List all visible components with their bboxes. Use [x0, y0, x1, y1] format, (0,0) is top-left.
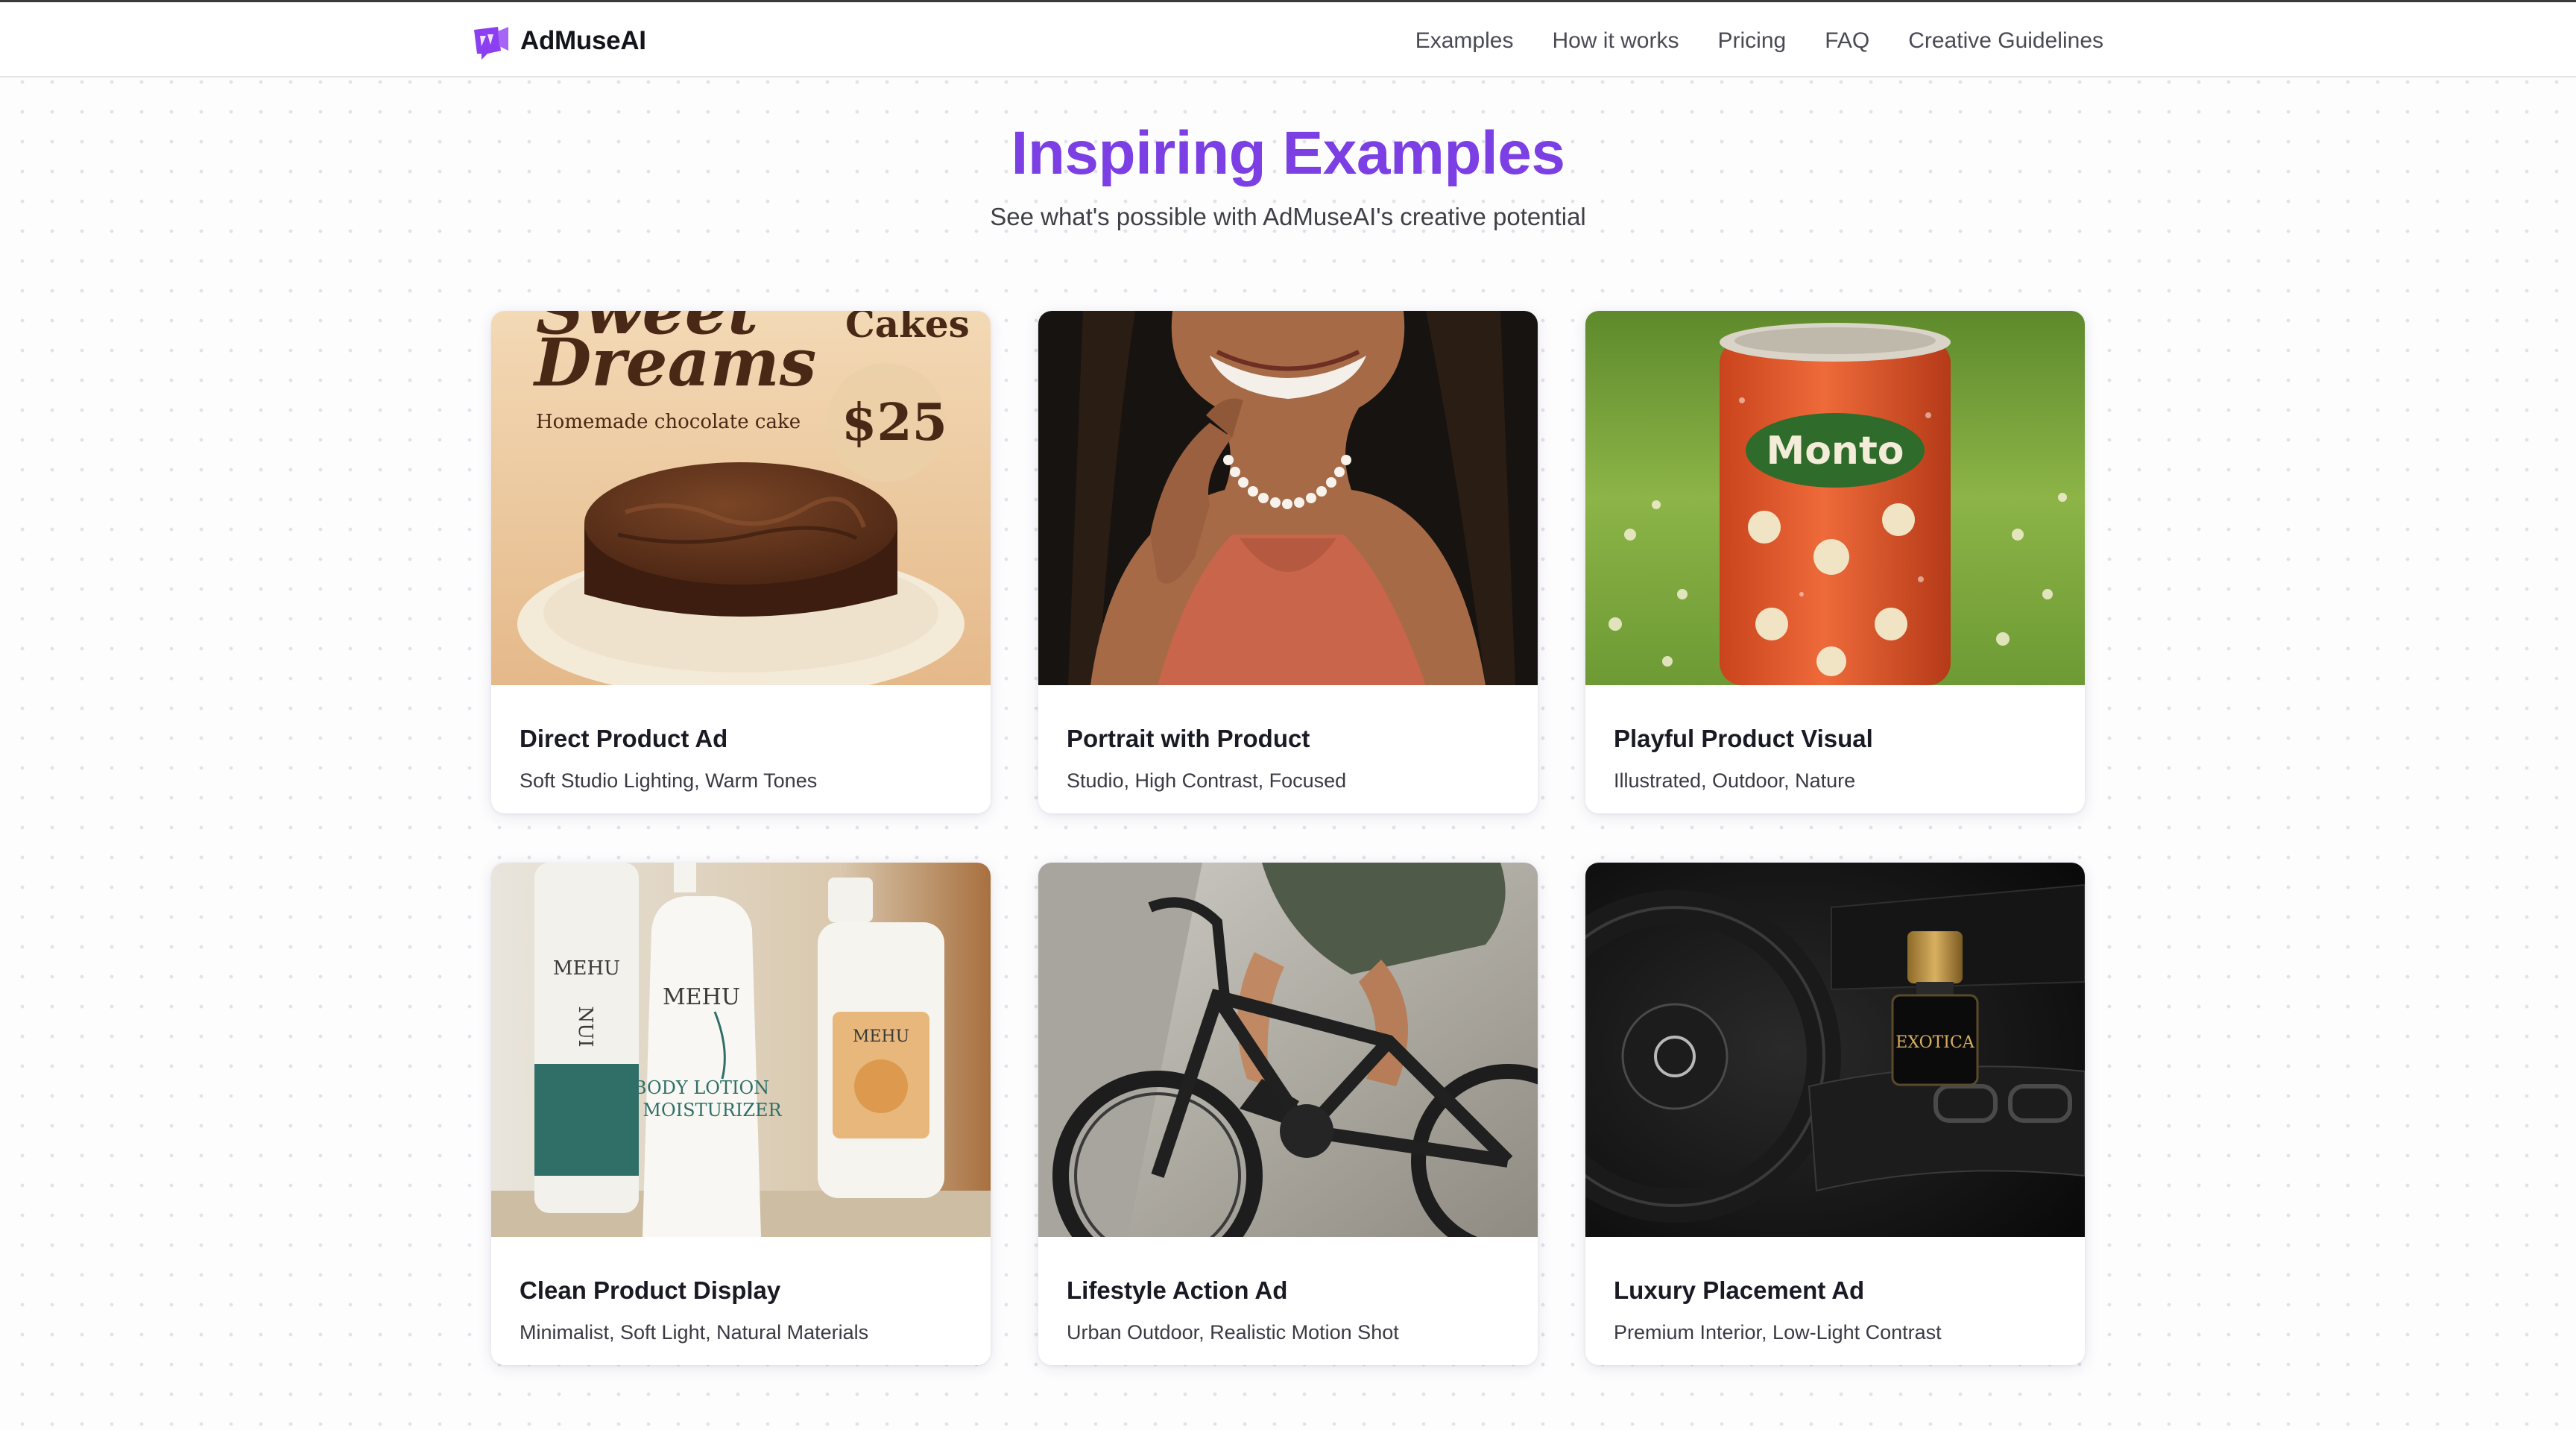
svg-text:Monto: Monto: [1766, 429, 1904, 473]
card-title: Playful Product Visual: [1614, 725, 1873, 752]
nav-pricing[interactable]: Pricing: [1717, 25, 1786, 57]
example-card[interactable]: Sweet Dreams Cakes Homemade chocolate ca…: [491, 311, 991, 813]
example-card[interactable]: Lifestyle Action Ad Urban Outdoor, Reali…: [1038, 863, 1538, 1365]
card-description: Premium Interior, Low-Light Contrast: [1614, 1321, 1942, 1344]
soda-can-image: Monto: [1585, 311, 2085, 685]
svg-text:MEHU: MEHU: [853, 1027, 909, 1046]
card-description: Soft Studio Lighting, Warm Tones: [520, 769, 818, 792]
card-title: Luxury Placement Ad: [1614, 1276, 1865, 1304]
page-title: Inspiring Examples: [1011, 119, 1565, 187]
card-title: Portrait with Product: [1067, 725, 1310, 752]
logo-icon: [474, 27, 508, 60]
svg-text:Dreams: Dreams: [532, 324, 816, 401]
necklace-portrait-image: [1038, 311, 1538, 685]
svg-text:& MOISTURIZER: & MOISTURIZER: [621, 1100, 782, 1121]
svg-text:NUI: NUI: [574, 1007, 596, 1048]
svg-text:MEHU: MEHU: [663, 984, 740, 1010]
cake-ad-image: Sweet Dreams Cakes Homemade chocolate ca…: [491, 311, 991, 685]
svg-text:$25: $25: [842, 393, 947, 453]
svg-text:BODY LOTION: BODY LOTION: [634, 1077, 769, 1098]
card-title: Clean Product Display: [520, 1276, 781, 1304]
svg-text:Homemade chocolate cake: Homemade chocolate cake: [536, 411, 801, 433]
brand-name: AdMuseAI: [520, 26, 646, 55]
bicycle-image: [1038, 863, 1538, 1237]
car-perfume-image: EXOTICA: [1585, 863, 2085, 1237]
top-nav-bar: AdMuseAI Examples How it works Pricing F…: [0, 0, 2576, 78]
example-card[interactable]: EXOTICA Luxury Placement Ad Premium Inte…: [1585, 863, 2085, 1365]
nav-faq[interactable]: FAQ: [1825, 25, 1869, 57]
example-card[interactable]: Monto Playful Product Visual Illustrated…: [1585, 311, 2085, 813]
main-nav: Examples How it works Pricing FAQ Creati…: [1415, 25, 2103, 57]
card-description: Illustrated, Outdoor, Nature: [1614, 769, 1856, 792]
card-title: Lifestyle Action Ad: [1067, 1276, 1288, 1304]
card-title: Direct Product Ad: [520, 725, 728, 752]
nav-examples[interactable]: Examples: [1415, 25, 1514, 57]
svg-text:EXOTICA: EXOTICA: [1895, 1033, 1975, 1052]
skincare-bottles-image: MEHU NUI MEHU BODY LOTION & MOISTURIZER …: [491, 863, 991, 1237]
nav-creative-guidelines[interactable]: Creative Guidelines: [1908, 25, 2103, 57]
example-card[interactable]: Portrait with Product Studio, High Contr…: [1038, 311, 1538, 813]
card-description: Studio, High Contrast, Focused: [1067, 769, 1347, 792]
card-description: Urban Outdoor, Realistic Motion Shot: [1067, 1321, 1399, 1344]
nav-how-it-works[interactable]: How it works: [1552, 25, 1679, 57]
example-card[interactable]: MEHU NUI MEHU BODY LOTION & MOISTURIZER …: [491, 863, 991, 1365]
page-subtitle: See what's possible with AdMuseAI's crea…: [990, 203, 1586, 230]
card-description: Minimalist, Soft Light, Natural Material…: [520, 1321, 869, 1344]
svg-text:MEHU: MEHU: [553, 957, 620, 980]
brand-logo[interactable]: AdMuseAI: [471, 20, 646, 62]
svg-text:Cakes: Cakes: [845, 311, 970, 346]
